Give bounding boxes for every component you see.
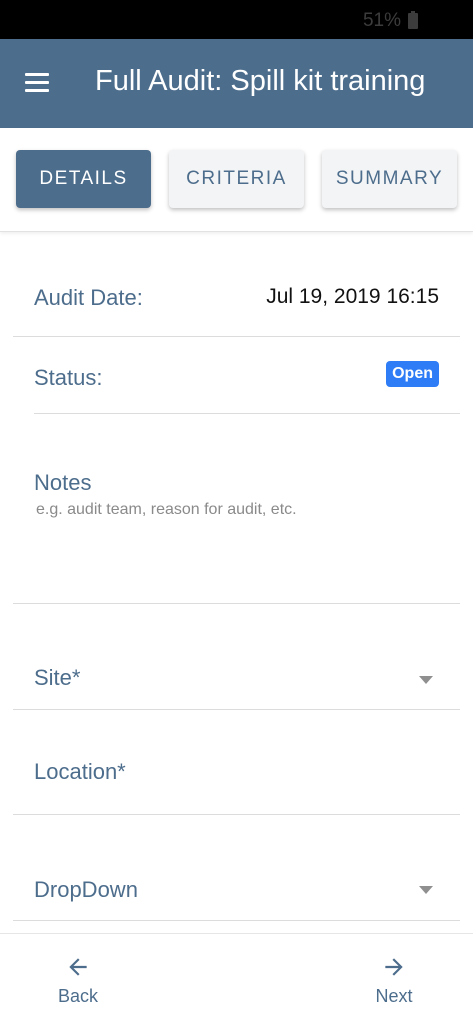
battery-level: 51% <box>362 10 401 31</box>
notes-field[interactable]: Notes e.g. audit team, reason for audit,… <box>0 414 473 605</box>
notes-placeholder: e.g. audit team, reason for audit, etc. <box>36 501 297 518</box>
location-field[interactable]: Location* <box>0 711 473 816</box>
next-button[interactable]: Next <box>354 946 434 1016</box>
back-label: Back <box>57 986 99 1006</box>
arrow-left-icon <box>69 958 87 976</box>
divider <box>13 709 460 710</box>
dropdown-label: DropDown <box>34 877 138 902</box>
site-label: Site* <box>34 665 81 690</box>
arrow-right-icon <box>385 958 403 976</box>
hamburger-menu-icon[interactable] <box>25 73 49 93</box>
status-row: Status: Open <box>0 338 473 414</box>
notes-label: Notes <box>34 470 92 495</box>
bottom-nav: Back Next <box>0 933 473 1024</box>
next-label: Next <box>375 986 413 1006</box>
chevron-down-icon[interactable] <box>419 886 433 894</box>
tab-summary[interactable]: SUMMARY <box>322 150 457 208</box>
divider <box>13 920 460 921</box>
status-label: Status: <box>34 365 103 390</box>
tab-bar: DETAILS CRITERIA SUMMARY <box>0 128 473 232</box>
status-badge: Open <box>386 361 439 387</box>
location-label: Location* <box>34 759 126 784</box>
back-button[interactable]: Back <box>38 946 118 1016</box>
dropdown-select[interactable]: DropDown <box>0 816 473 922</box>
divider <box>13 814 460 815</box>
divider <box>13 603 460 604</box>
audit-date-row[interactable]: Audit Date: Jul 19, 2019 16:15 <box>0 232 473 338</box>
status-bar: 51% <box>0 0 473 39</box>
audit-date-label: Audit Date: <box>34 285 143 310</box>
tab-details[interactable]: DETAILS <box>16 150 151 208</box>
tab-criteria[interactable]: CRITERIA <box>169 150 304 208</box>
site-select[interactable]: Site* <box>0 605 473 711</box>
page-title: Full Audit: Spill kit training <box>95 65 426 97</box>
battery-icon <box>408 11 418 29</box>
chevron-down-icon[interactable] <box>419 676 433 684</box>
app-bar: Full Audit: Spill kit training <box>0 39 473 128</box>
divider <box>13 336 460 337</box>
audit-date-value[interactable]: Jul 19, 2019 16:15 <box>266 285 439 309</box>
